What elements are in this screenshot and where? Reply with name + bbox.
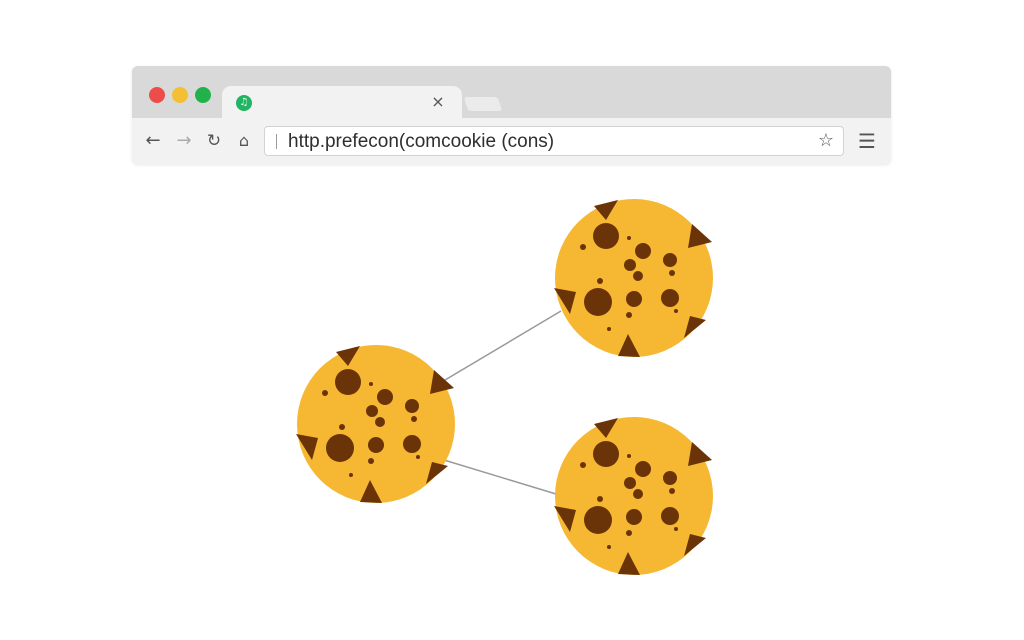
cookie-top-right	[554, 199, 713, 357]
chocolate-chunk	[688, 442, 712, 466]
chocolate-chip	[661, 507, 679, 525]
chocolate-chip	[368, 437, 384, 453]
cookie-left	[296, 345, 455, 503]
chocolate-chip	[669, 488, 675, 494]
chocolate-chip	[633, 271, 643, 281]
chocolate-chip	[322, 390, 328, 396]
chocolate-chip	[377, 389, 393, 405]
chocolate-chip	[669, 270, 675, 276]
chocolate-chip	[626, 509, 642, 525]
chocolate-chip	[584, 506, 612, 534]
chocolate-chip	[584, 288, 612, 316]
chocolate-chip	[597, 496, 603, 502]
chocolate-chip	[674, 309, 678, 313]
chocolate-chip	[326, 434, 354, 462]
chocolate-chip	[624, 477, 636, 489]
connector-top	[439, 310, 562, 384]
chocolate-chip	[339, 424, 345, 430]
cookie-diagram	[296, 199, 713, 575]
chocolate-chip	[580, 244, 586, 250]
chocolate-chip	[607, 545, 611, 549]
chocolate-chip	[663, 471, 677, 485]
chocolate-chip	[403, 435, 421, 453]
chocolate-chip	[405, 399, 419, 413]
chocolate-chip	[580, 462, 586, 468]
chocolate-chip	[593, 441, 619, 467]
chocolate-chip	[661, 289, 679, 307]
chocolate-chip	[349, 473, 353, 477]
connector-bottom	[443, 459, 557, 495]
chocolate-chip	[366, 405, 378, 417]
chocolate-chunk	[688, 224, 712, 248]
chocolate-chip	[635, 461, 651, 477]
chocolate-chip	[416, 455, 420, 459]
chocolate-chip	[597, 278, 603, 284]
chocolate-chip	[627, 236, 631, 240]
chocolate-chunk	[430, 370, 454, 394]
chocolate-chip	[375, 417, 385, 427]
chocolate-chip	[624, 259, 636, 271]
chocolate-chip	[335, 369, 361, 395]
chocolate-chip	[607, 327, 611, 331]
chocolate-chip	[626, 291, 642, 307]
chocolate-chip	[626, 530, 632, 536]
chocolate-chip	[593, 223, 619, 249]
cookie-bottom-right	[554, 417, 713, 575]
chocolate-chip	[635, 243, 651, 259]
chocolate-chip	[411, 416, 417, 422]
chocolate-chip	[674, 527, 678, 531]
chocolate-chip	[663, 253, 677, 267]
chocolate-chip	[369, 382, 373, 386]
chocolate-chip	[368, 458, 374, 464]
chocolate-chip	[633, 489, 643, 499]
chocolate-chip	[626, 312, 632, 318]
chocolate-chip	[627, 454, 631, 458]
